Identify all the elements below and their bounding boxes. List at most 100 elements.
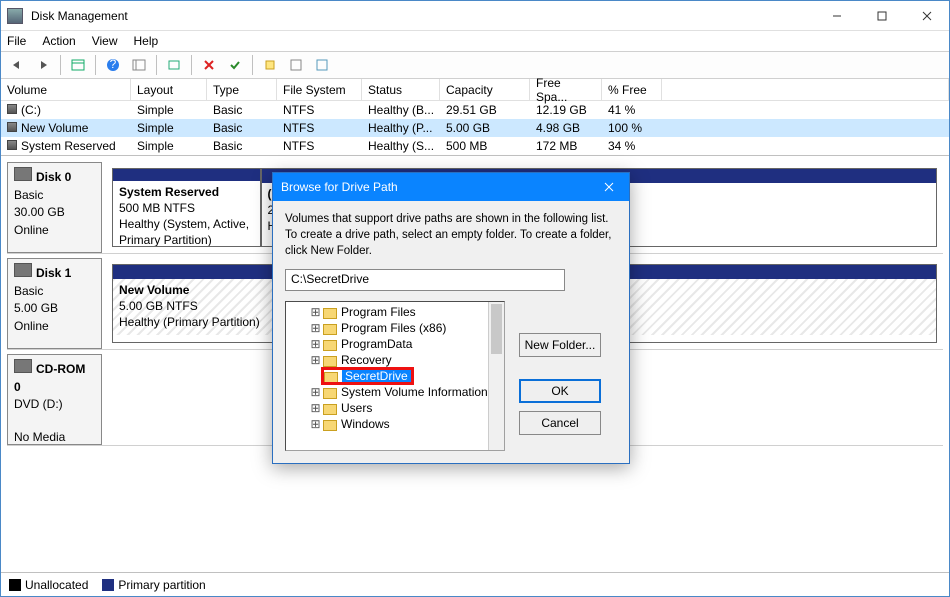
checkmark-icon[interactable] <box>223 54 247 76</box>
disk-label[interactable]: CD-ROM 0DVD (D:)No Media <box>7 354 102 445</box>
app-icon <box>7 8 23 24</box>
back-button[interactable] <box>5 54 29 76</box>
disk-label[interactable]: Disk 0Basic30.00 GBOnline <box>7 162 102 253</box>
expand-icon[interactable]: ⊞ <box>310 401 321 415</box>
cancel-button[interactable]: Cancel <box>519 411 601 435</box>
expand-icon[interactable]: ⊞ <box>310 385 321 399</box>
col-capacity[interactable]: Capacity <box>440 79 530 100</box>
disk-icon <box>14 263 32 277</box>
menu-action[interactable]: Action <box>42 34 75 48</box>
volume-header: Volume Layout Type File System Status Ca… <box>1 79 949 101</box>
expand-icon[interactable]: ⊞ <box>310 353 321 367</box>
titlebar: Disk Management <box>1 1 949 31</box>
disk-name: Disk 1 <box>36 266 71 280</box>
settings-icon[interactable] <box>310 54 334 76</box>
volume-status: Healthy (S... <box>362 138 440 154</box>
folder-icon <box>323 324 337 335</box>
disk-icon <box>14 359 32 373</box>
new-icon[interactable] <box>258 54 282 76</box>
expand-icon[interactable]: ⊞ <box>310 305 321 319</box>
partition-status: Healthy (Primary Partition) <box>119 315 260 329</box>
tree-item[interactable]: ⊞Program Files <box>308 304 504 320</box>
tree-item[interactable]: ⊞ System Volume Information <box>308 384 504 400</box>
volume-free: 4.98 GB <box>530 120 602 136</box>
volume-list: Volume Layout Type File System Status Ca… <box>1 79 949 156</box>
path-input[interactable]: C:\SecretDrive <box>285 269 565 291</box>
col-layout[interactable]: Layout <box>131 79 207 100</box>
volume-row[interactable]: (C:)SimpleBasicNTFSHealthy (B...29.51 GB… <box>1 101 949 119</box>
disk-state: Online <box>14 319 49 333</box>
volume-type: Basic <box>207 102 277 118</box>
close-button[interactable] <box>904 1 949 30</box>
expand-icon[interactable]: ⊞ <box>310 417 321 431</box>
menu-help[interactable]: Help <box>134 34 159 48</box>
disk-kind: Basic <box>14 188 43 202</box>
partition[interactable]: System Reserved500 MB NTFSHealthy (Syste… <box>112 168 261 247</box>
maximize-button[interactable] <box>859 1 904 30</box>
folder-icon <box>323 404 337 415</box>
toolbar-view-icon[interactable] <box>66 54 90 76</box>
legend-primary: Primary partition <box>118 578 205 592</box>
delete-icon[interactable] <box>197 54 221 76</box>
tree-item[interactable]: ⊞ProgramData <box>308 336 504 352</box>
col-volume[interactable]: Volume <box>1 79 131 100</box>
tree-item-label: Windows <box>341 417 390 431</box>
ok-button[interactable]: OK <box>519 379 601 403</box>
col-filesystem[interactable]: File System <box>277 79 362 100</box>
disk-label[interactable]: Disk 1 Basic 5.00 GB Online <box>7 258 102 349</box>
col-freespace[interactable]: Free Spa... <box>530 79 602 100</box>
volume-icon <box>7 140 17 150</box>
expand-icon[interactable]: ⊞ <box>310 337 321 351</box>
disk-icon <box>14 167 32 181</box>
dialog-title: Browse for Drive Path <box>281 180 398 194</box>
volume-row[interactable]: New VolumeSimpleBasicNTFSHealthy (P...5.… <box>1 119 949 137</box>
volume-name: System Reserved <box>21 139 116 153</box>
tree-item[interactable]: ⊞ Program Files (x86) <box>308 320 504 336</box>
volume-layout: Simple <box>131 102 207 118</box>
expand-icon[interactable]: ⊞ <box>310 321 321 335</box>
volume-fs: NTFS <box>277 102 362 118</box>
tree-item-label: Program Files (x86) <box>341 321 446 335</box>
volume-free: 172 MB <box>530 138 602 154</box>
volume-fs: NTFS <box>277 120 362 136</box>
disk-state: No Media <box>14 430 65 444</box>
menu-view[interactable]: View <box>92 34 118 48</box>
minimize-button[interactable] <box>814 1 859 30</box>
toolbar: ? <box>1 51 949 79</box>
disk-size: 5.00 GB <box>14 301 58 315</box>
new-folder-button[interactable]: New Folder... <box>519 333 601 357</box>
col-pctfree[interactable]: % Free <box>602 79 662 100</box>
refresh-icon[interactable] <box>162 54 186 76</box>
properties-icon[interactable] <box>284 54 308 76</box>
tree-item-label: SecretDrive <box>342 368 411 384</box>
dialog-titlebar: Browse for Drive Path <box>273 173 629 201</box>
help-icon[interactable]: ? <box>101 54 125 76</box>
menu-file[interactable]: File <box>7 34 26 48</box>
volume-icon <box>7 104 17 114</box>
tree-item-label: Users <box>341 401 372 415</box>
col-status[interactable]: Status <box>362 79 440 100</box>
tree-scrollbar[interactable] <box>488 302 504 450</box>
volume-free: 12.19 GB <box>530 102 602 118</box>
volume-layout: Simple <box>131 120 207 136</box>
legend-unallocated: Unallocated <box>25 578 88 592</box>
volume-capacity: 29.51 GB <box>440 102 530 118</box>
tree-item[interactable]: ⊞ Recovery <box>308 352 504 368</box>
tree-item[interactable]: SecretDrive <box>308 368 504 384</box>
col-type[interactable]: Type <box>207 79 277 100</box>
tree-item[interactable]: ⊞ Windows <box>308 416 504 432</box>
tree-item-label: System Volume Information <box>341 385 488 399</box>
toolbar-list-icon[interactable] <box>127 54 151 76</box>
folder-icon <box>323 356 337 367</box>
tree-item[interactable]: ⊞ Users <box>308 400 504 416</box>
dialog-close-button[interactable] <box>589 173 629 201</box>
partition-size: 5.00 GB NTFS <box>119 299 198 313</box>
folder-tree[interactable]: ⊞Program Files⊞Program Files (x86)⊞Progr… <box>285 301 505 451</box>
disk-kind: DVD (D:) <box>14 397 63 411</box>
volume-type: Basic <box>207 120 277 136</box>
legend: Unallocated Primary partition <box>1 572 949 596</box>
disk-kind: Basic <box>14 284 43 298</box>
volume-row[interactable]: System ReservedSimpleBasicNTFSHealthy (S… <box>1 137 949 155</box>
forward-button[interactable] <box>31 54 55 76</box>
tree-item-label: Recovery <box>341 353 392 367</box>
